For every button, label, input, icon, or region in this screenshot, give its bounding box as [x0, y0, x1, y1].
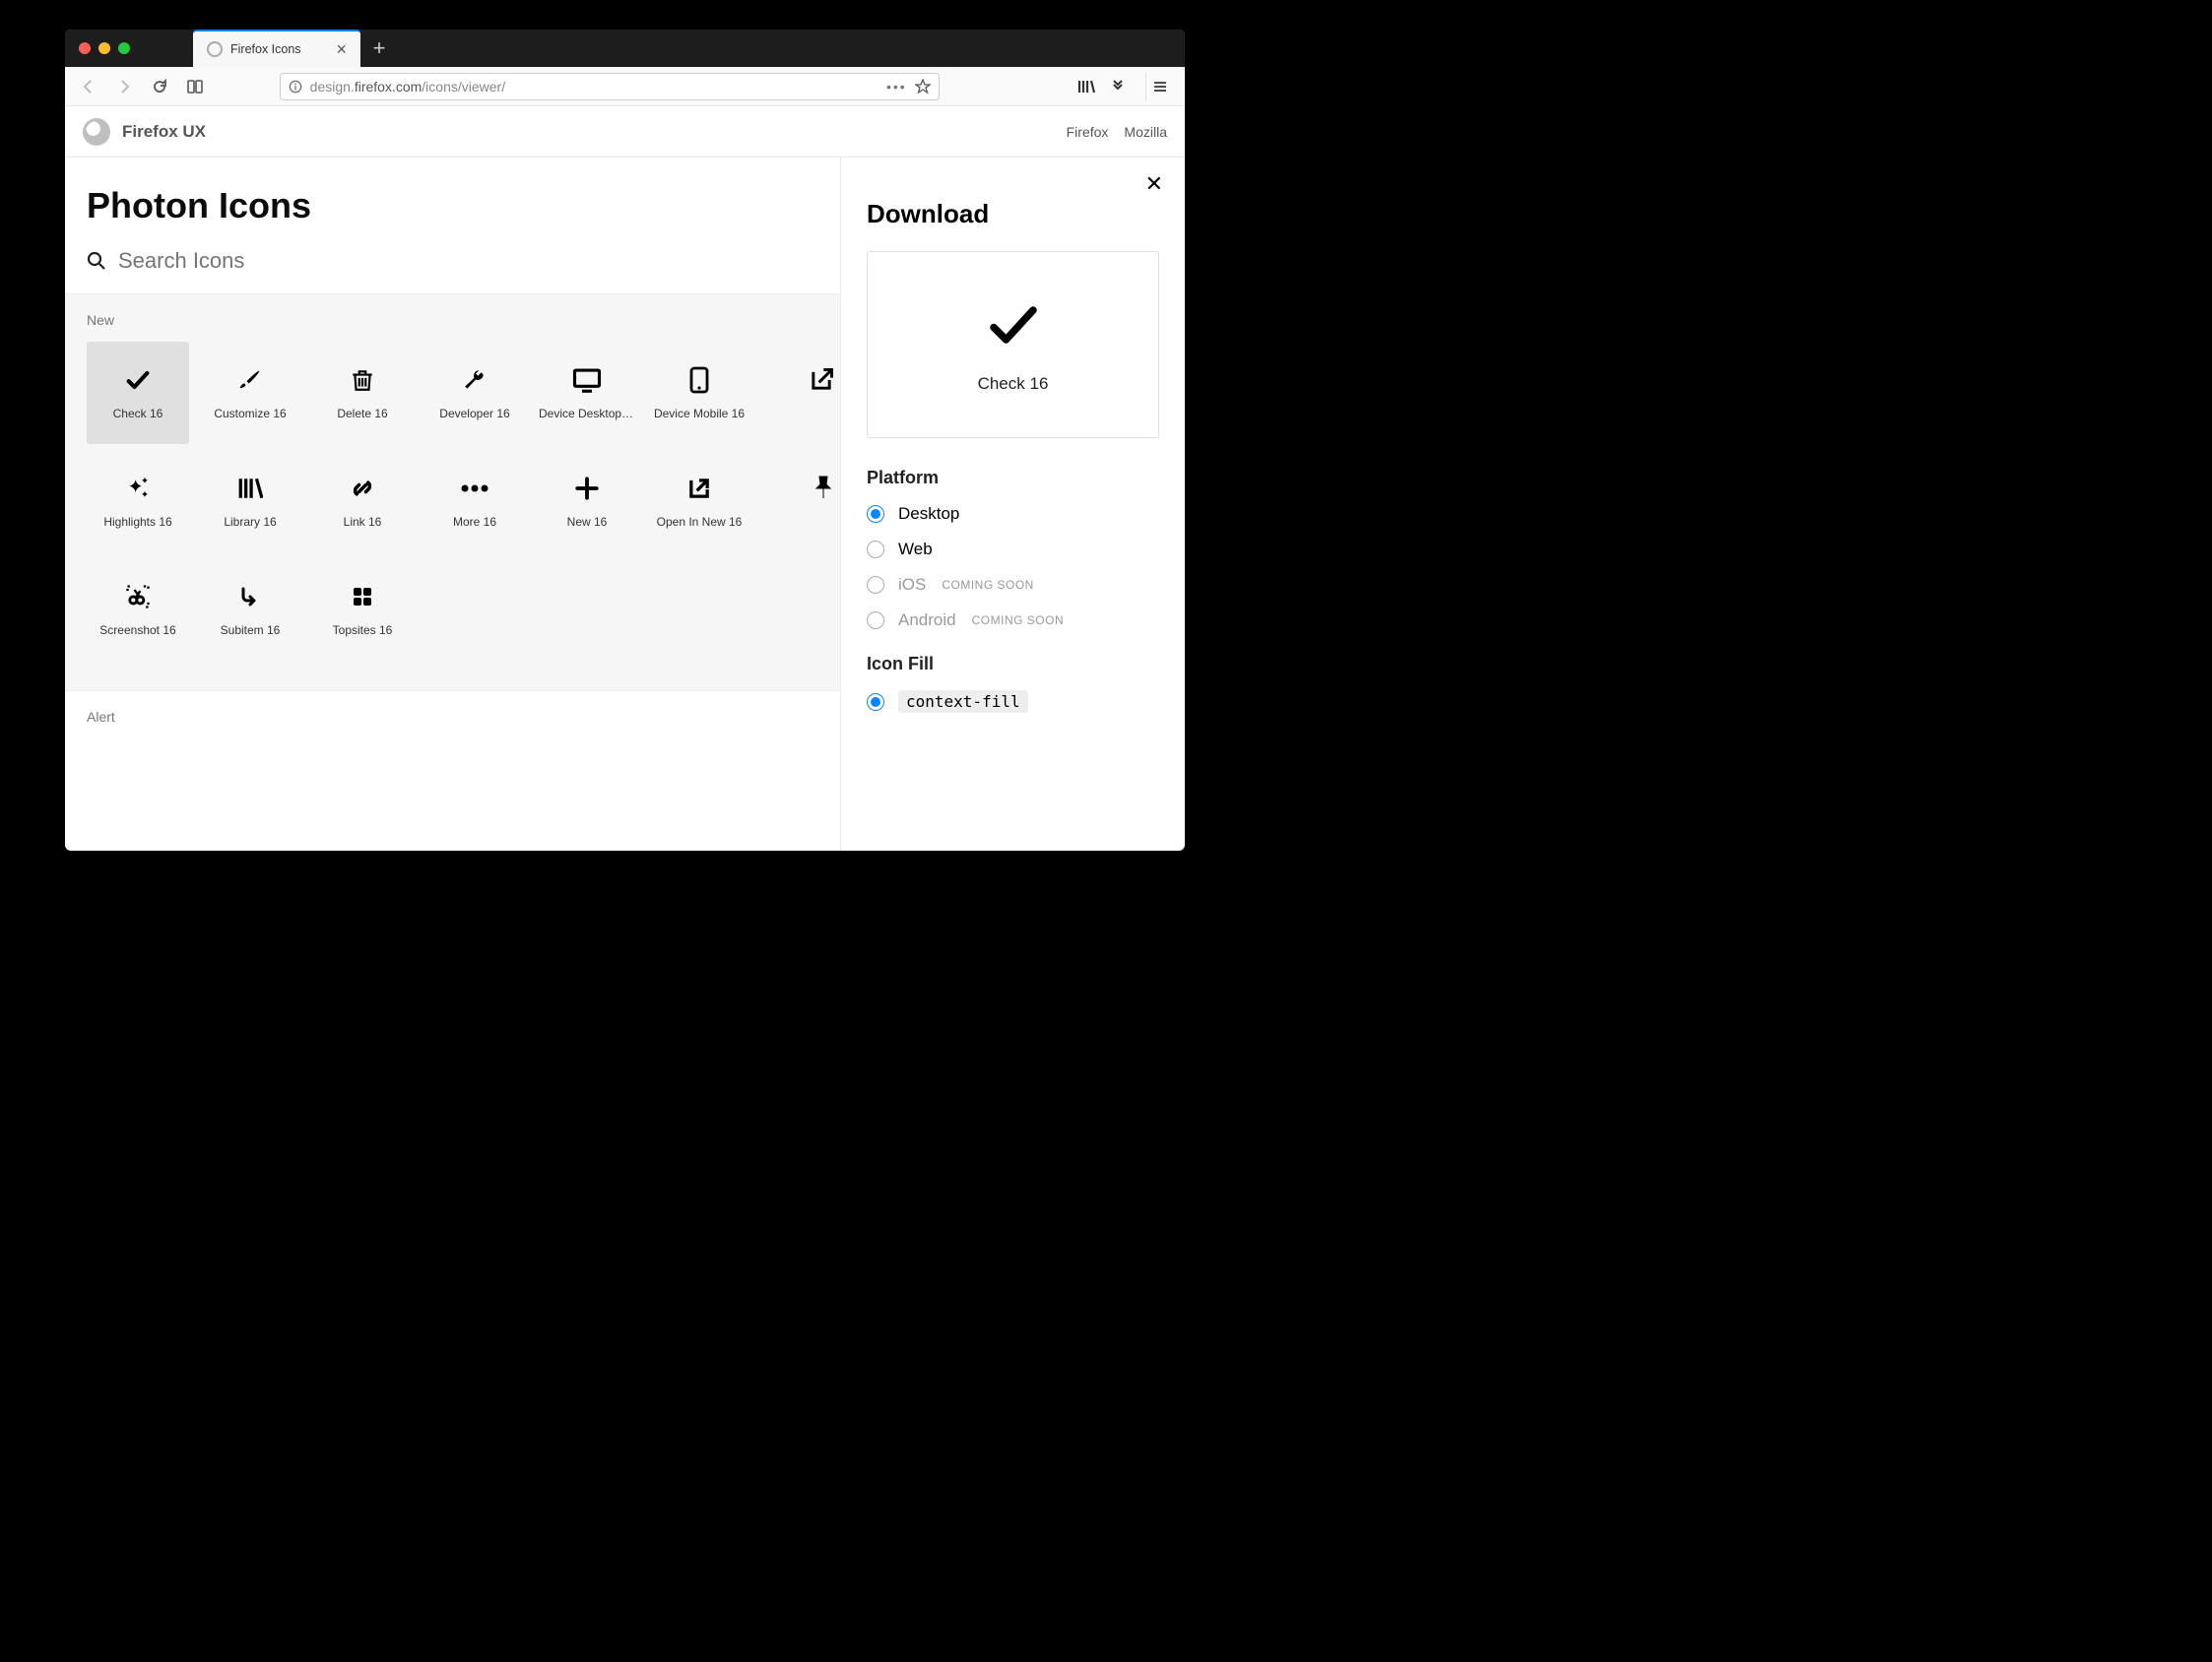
icon-fill-heading: Icon Fill	[867, 654, 1159, 674]
open-in-new-icon	[684, 474, 714, 503]
wrench-icon	[460, 365, 489, 395]
reload-button[interactable]	[146, 73, 173, 100]
icon-card-more[interactable]: More 16	[423, 450, 526, 552]
icon-card-open-in-new[interactable]: Open In New 16	[648, 450, 750, 552]
check-icon	[123, 365, 153, 395]
mobile-icon	[684, 365, 714, 395]
forward-button[interactable]	[110, 73, 138, 100]
radio-icon	[867, 576, 884, 594]
window-zoom-button[interactable]	[118, 42, 130, 54]
titlebar: Firefox Icons × +	[65, 30, 1185, 67]
preview-label: Check 16	[978, 374, 1049, 394]
radio-icon	[867, 693, 884, 711]
url-bar[interactable]: design.firefox.com/icons/viewer/ •••	[280, 73, 940, 100]
icon-card-device-mobile[interactable]: Device Mobile 16	[648, 342, 750, 444]
trash-icon	[348, 365, 377, 395]
radio-icon	[867, 541, 884, 558]
icon-card-pin[interactable]: Pi	[760, 450, 840, 552]
icon-card-link[interactable]: Link 16	[311, 450, 414, 552]
icon-card-library[interactable]: Library 16	[199, 450, 301, 552]
brand-title: Firefox UX	[122, 122, 206, 142]
overflow-button[interactable]	[1104, 73, 1132, 100]
site-header: Firefox UX Firefox Mozilla	[65, 106, 1185, 158]
page-title: Photon Icons	[65, 158, 840, 236]
bookmark-icon[interactable]	[915, 79, 931, 95]
library-button[interactable]	[1073, 73, 1100, 100]
grid-icon	[348, 582, 377, 611]
window-minimize-button[interactable]	[98, 42, 110, 54]
subitem-icon	[235, 582, 265, 611]
section-alert-label: Alert	[87, 709, 818, 725]
more-icon	[460, 474, 489, 503]
icon-card-external[interactable]: Externa	[760, 342, 840, 444]
section-new-label: New	[87, 312, 818, 328]
download-panel: ✕ Download Check 16 Platform Desktop Web…	[840, 158, 1185, 851]
favicon-icon	[207, 41, 223, 57]
info-icon	[289, 80, 302, 94]
screenshot-icon	[123, 582, 153, 611]
sparkle-icon	[123, 474, 153, 503]
icon-card-device-desktop[interactable]: Device Desktop …	[536, 342, 638, 444]
fill-option-context-fill[interactable]: context-fill	[867, 690, 1159, 713]
platform-option-web[interactable]: Web	[867, 540, 1159, 559]
icon-card-highlights[interactable]: Highlights 16	[87, 450, 189, 552]
tab-title: Firefox Icons	[230, 42, 324, 56]
search-icon	[87, 251, 106, 271]
platform-option-ios: iOSCOMING SOON	[867, 575, 1159, 595]
page-actions-icon[interactable]: •••	[886, 79, 907, 95]
search-input[interactable]	[118, 248, 818, 274]
browser-tab[interactable]: Firefox Icons ×	[193, 30, 360, 67]
pin-icon	[809, 474, 838, 503]
browser-toolbar: design.firefox.com/icons/viewer/ •••	[65, 67, 1185, 106]
panel-title: Download	[867, 199, 1159, 229]
icon-card-screenshot[interactable]: Screenshot 16	[87, 558, 189, 661]
header-link-mozilla[interactable]: Mozilla	[1124, 124, 1167, 140]
external-icon	[807, 365, 836, 395]
icon-card-customize[interactable]: Customize 16	[199, 342, 301, 444]
icon-card-delete[interactable]: Delete 16	[311, 342, 414, 444]
radio-icon	[867, 611, 884, 629]
close-icon[interactable]: ×	[332, 39, 351, 60]
link-icon	[348, 474, 377, 503]
check-icon	[984, 295, 1043, 354]
reader-button[interactable]	[181, 73, 209, 100]
desktop-icon	[572, 365, 602, 395]
platform-heading: Platform	[867, 468, 1159, 488]
window-close-button[interactable]	[79, 42, 91, 54]
header-link-firefox[interactable]: Firefox	[1067, 124, 1109, 140]
platform-option-desktop[interactable]: Desktop	[867, 504, 1159, 524]
plus-icon	[572, 474, 602, 503]
icon-card-developer[interactable]: Developer 16	[423, 342, 526, 444]
icon-card-subitem[interactable]: Subitem 16	[199, 558, 301, 661]
brush-icon	[235, 365, 265, 395]
icon-card-check[interactable]: Check 16	[87, 342, 189, 444]
hamburger-menu-button[interactable]	[1145, 72, 1175, 101]
icon-card-topsites[interactable]: Topsites 16	[311, 558, 414, 661]
url-text: design.firefox.com/icons/viewer/	[310, 79, 878, 95]
panel-close-icon[interactable]: ✕	[1145, 171, 1163, 197]
icon-grid: Check 16 Customize 16 Delete 16 Develope…	[87, 342, 818, 661]
firefox-logo-icon	[83, 118, 110, 146]
new-tab-button[interactable]: +	[360, 30, 398, 67]
radio-icon	[867, 505, 884, 523]
icon-preview: Check 16	[867, 251, 1159, 438]
icon-card-new[interactable]: New 16	[536, 450, 638, 552]
platform-option-android: AndroidCOMING SOON	[867, 610, 1159, 630]
back-button[interactable]	[75, 73, 102, 100]
library-icon	[235, 474, 265, 503]
